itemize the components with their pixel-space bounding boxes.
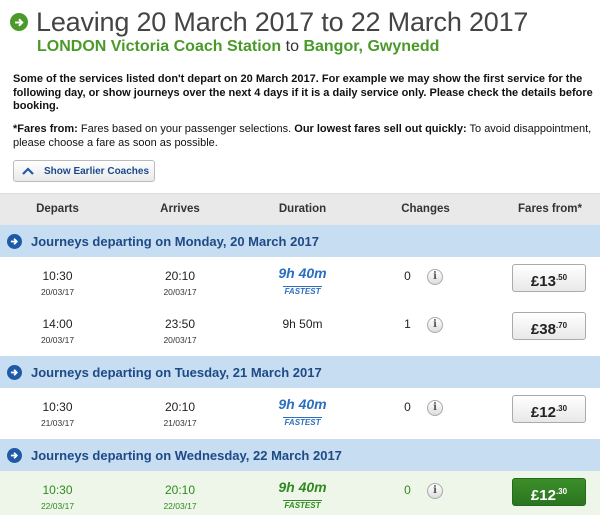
duration-fastest: 9h 40m FASTEST <box>265 397 340 430</box>
duration-value: 9h 50m <box>282 317 323 331</box>
chevron-up-icon <box>22 167 34 175</box>
fares-note-warning: Our lowest fares sell out quickly: <box>294 123 467 135</box>
arrow-right-icon <box>7 447 22 463</box>
day-header-label: Journeys departing on Tuesday, 21 March … <box>31 364 322 380</box>
changes-count: 0 <box>404 269 411 283</box>
duration-value: 9h 40m <box>278 265 327 281</box>
route-to-word: to <box>285 38 299 55</box>
fare-amount: £38 <box>530 321 556 338</box>
results-table-header: Departs Arrives Duration Changes Fares f… <box>0 193 600 225</box>
arrive-time: 23:50 <box>164 317 196 331</box>
arrive-time: 20:10 <box>164 269 196 283</box>
fares-note-text: Fares based on your passenger selections… <box>77 123 295 135</box>
col-fares-from: Fares from* <box>518 203 582 215</box>
destination-station: Bangor, Gwynedd <box>303 38 440 55</box>
arrive-date: 20/03/17 <box>163 335 197 345</box>
fastest-badge: FASTEST <box>283 500 322 510</box>
depart-date: 21/03/17 <box>40 418 75 428</box>
depart-date: 22/03/17 <box>40 501 75 511</box>
col-changes: Changes <box>401 203 450 215</box>
fare-pence: .50 <box>555 273 568 282</box>
info-icon[interactable]: i <box>427 400 443 416</box>
info-icon[interactable]: i <box>427 269 443 285</box>
page-title: Leaving 20 March 2017 to 22 March 2017 <box>36 7 529 37</box>
show-earlier-label: Show Earlier Coaches <box>44 165 150 177</box>
info-icon[interactable]: i <box>427 483 443 499</box>
fare-button-selected[interactable]: £12.30 <box>512 478 586 506</box>
day-header-monday[interactable]: Journeys departing on Monday, 20 March 2… <box>0 225 600 257</box>
journey-row-selected[interactable]: 10:30 22/03/17 20:10 22/03/17 9h 40m FAS… <box>0 471 600 515</box>
origin-station: LONDON Victoria Coach Station <box>37 38 282 55</box>
journey-row[interactable]: 10:30 21/03/17 20:10 21/03/17 9h 40m FAS… <box>0 388 600 440</box>
arrow-right-icon <box>7 233 22 249</box>
fare-button[interactable]: £12.30 <box>512 395 586 423</box>
fare-amount: £13 <box>530 273 556 290</box>
fare-pence: .30 <box>555 404 568 413</box>
col-arrives: Arrives <box>160 203 200 215</box>
day-header-wednesday[interactable]: Journeys departing on Wednesday, 22 Marc… <box>0 439 600 471</box>
fare-amount: £12 <box>530 404 556 421</box>
col-duration: Duration <box>278 203 327 215</box>
duration-value: 9h 40m <box>278 479 327 495</box>
arrow-right-icon <box>10 13 28 31</box>
fare-pence: .70 <box>555 321 568 330</box>
duration-value: 9h 40m <box>278 396 327 412</box>
duration-fastest: 9h 40m FASTEST <box>265 266 340 299</box>
arrow-right-icon <box>7 364 22 380</box>
arrive-date: 22/03/17 <box>163 501 197 511</box>
depart-date: 20/03/17 <box>40 287 75 297</box>
depart-time: 10:30 <box>42 269 73 283</box>
depart-date: 20/03/17 <box>40 335 75 345</box>
fastest-badge: FASTEST <box>283 286 322 296</box>
fare-button[interactable]: £38.70 <box>512 312 586 340</box>
show-earlier-coaches-button[interactable]: Show Earlier Coaches <box>13 160 155 182</box>
arrive-time: 20:10 <box>164 483 196 497</box>
journey-row[interactable]: 14:00 20/03/17 23:50 20/03/17 9h 50m 1 i… <box>0 305 600 357</box>
journey-row[interactable]: 10:30 20/03/17 20:10 20/03/17 9h 40m FAS… <box>0 257 600 309</box>
day-header-label: Journeys departing on Monday, 20 March 2… <box>31 233 320 249</box>
fare-button[interactable]: £13.50 <box>512 264 586 292</box>
col-departs: Departs <box>36 203 79 215</box>
info-icon[interactable]: i <box>427 317 443 333</box>
service-notice: Some of the services listed don't depart… <box>13 73 593 112</box>
day-header-label: Journeys departing on Wednesday, 22 Marc… <box>31 447 342 463</box>
fares-note-label: *Fares from: <box>13 123 78 135</box>
depart-time: 10:30 <box>42 400 73 414</box>
duration-fastest: 9h 40m FASTEST <box>265 480 340 513</box>
arrive-date: 20/03/17 <box>163 287 197 297</box>
fastest-badge: FASTEST <box>283 417 322 427</box>
arrive-date: 21/03/17 <box>163 418 197 428</box>
arrive-time: 20:10 <box>164 400 196 414</box>
changes-count: 1 <box>404 317 411 331</box>
day-header-tuesday[interactable]: Journeys departing on Tuesday, 21 March … <box>0 356 600 388</box>
fare-amount: £12 <box>530 487 556 504</box>
fare-pence: .30 <box>555 487 568 496</box>
changes-count: 0 <box>404 483 411 497</box>
depart-time: 10:30 <box>42 483 73 497</box>
fares-note: *Fares from: Fares based on your passeng… <box>13 123 593 150</box>
route-summary: LONDON Victoria Coach Station to Bangor,… <box>37 38 595 56</box>
changes-count: 0 <box>404 400 411 414</box>
page-header: Leaving 20 March 2017 to 22 March 2017 L… <box>10 6 595 56</box>
depart-time: 14:00 <box>42 317 73 331</box>
